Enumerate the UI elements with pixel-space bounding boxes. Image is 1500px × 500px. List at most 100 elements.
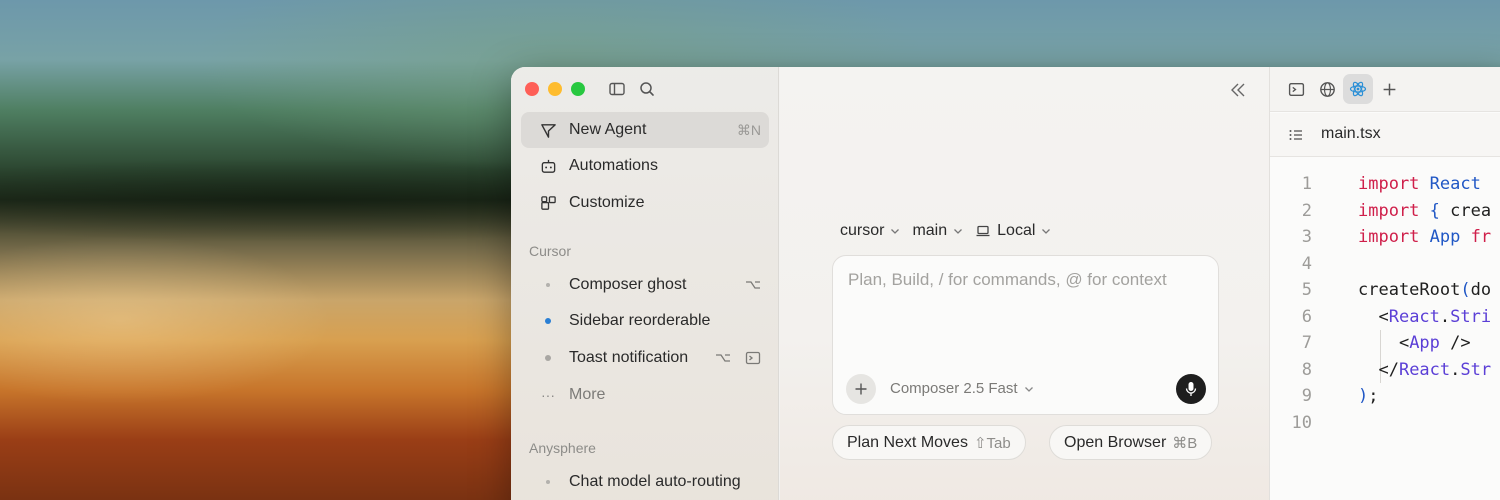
send-icon (539, 121, 557, 139)
line-number: 9 (1301, 386, 1312, 406)
file-tab-bar: main.tsx (1270, 113, 1500, 157)
code-line: 1 import React (1270, 171, 1500, 198)
sidebar: New Agent ⌘N Automations Customize Curso… (511, 67, 779, 500)
code-line: 2 import { crea (1270, 198, 1500, 225)
blocks-icon (539, 194, 557, 212)
browser-tab-button[interactable] (1312, 74, 1342, 104)
ellipsis-icon: ··· (541, 387, 555, 403)
chevron-down-icon (1042, 229, 1051, 234)
line-number: 5 (1301, 280, 1312, 300)
plus-icon (1383, 83, 1395, 95)
collapse-double-chevron-icon[interactable] (1229, 81, 1247, 99)
code-line: 6 <React.Stri (1270, 304, 1500, 331)
chat-item-sidebar-reorderable[interactable]: Sidebar reorderable (521, 303, 769, 339)
shortcut-hint: ⌘N (736, 121, 761, 138)
more-label: More (569, 386, 606, 403)
editor-toolbar (1270, 67, 1500, 112)
branch-label: main (912, 222, 948, 239)
section-label-anysphere: Anysphere (529, 440, 596, 456)
environment-selector[interactable]: Local (975, 222, 1051, 240)
nav-label: New Agent (569, 121, 647, 138)
status-dot (539, 349, 557, 367)
microphone-icon (1185, 382, 1197, 396)
line-number: 6 (1301, 306, 1312, 327)
code-line: 10 (1270, 410, 1500, 437)
repo-label: cursor (840, 222, 885, 239)
new-agent-button[interactable]: New Agent ⌘N (521, 112, 769, 148)
code-line: 3 import App fr (1270, 224, 1500, 251)
status-dot (539, 276, 557, 294)
code-line: 7 <App /> (1270, 330, 1500, 357)
branch-selector[interactable]: main (912, 222, 963, 240)
nav-label: Customize (569, 194, 645, 211)
line-number: 8 (1301, 359, 1312, 380)
nav-label: Automations (569, 157, 658, 174)
outline-list-icon[interactable] (1287, 126, 1305, 144)
globe-icon (1319, 81, 1335, 97)
chevron-down-icon (1024, 386, 1033, 392)
search-icon[interactable] (638, 80, 656, 98)
chip-label: Open Browser (1064, 433, 1167, 451)
robot-icon (539, 157, 557, 175)
chat-item-chat-model-auto-routing[interactable]: Chat model auto-routing (521, 464, 769, 500)
react-icon (1349, 81, 1367, 97)
toggle-sidebar-icon[interactable] (608, 80, 626, 98)
chat-item-label: Sidebar reorderable (569, 312, 711, 329)
chat-item-toast-notification[interactable]: Toast notification (521, 340, 769, 376)
context-selectors: cursor main Local (840, 222, 1051, 240)
editor-panel: main.tsx 1 import React 2 import { crea 3i… (1269, 67, 1500, 500)
line-number: 3 (1301, 227, 1312, 247)
chip-shortcut: ⌘B (1172, 434, 1198, 452)
environment-label: Local (997, 222, 1036, 239)
code-line: 5 createRoot(do (1270, 277, 1500, 304)
laptop-icon (976, 225, 990, 237)
line-number: 1 (1301, 174, 1312, 194)
status-dot (539, 312, 557, 330)
chat-item-trail (745, 277, 761, 293)
chat-item-trail (715, 350, 761, 366)
chevron-down-icon (954, 229, 963, 234)
chat-item-label: Toast notification (569, 349, 689, 366)
automations-button[interactable]: Automations (521, 148, 769, 184)
composer-placeholder: Plan, Build, / for commands, @ for conte… (848, 270, 1167, 289)
code-view[interactable]: 1 import React 2 import { crea 3 import App… (1270, 171, 1500, 436)
plan-next-moves-button[interactable]: Plan Next Moves ⇧Tab (832, 425, 1026, 460)
plus-icon (855, 383, 867, 395)
open-browser-button[interactable]: Open Browser ⌘B (1049, 425, 1213, 460)
terminal-icon (1288, 82, 1304, 96)
model-selector[interactable]: Composer 2.5 Fast (890, 380, 1034, 397)
agent-panel: cursor main Local Plan, Build, / for com… (780, 67, 1269, 500)
new-tab-button[interactable] (1374, 74, 1404, 104)
more-button[interactable]: ··· More (521, 377, 769, 413)
model-label: Composer 2.5 Fast (890, 380, 1018, 397)
terminal-icon (745, 351, 761, 365)
voice-input-button[interactable] (1176, 374, 1206, 404)
code-line: 9); (1270, 383, 1500, 410)
status-dot (539, 473, 557, 491)
window-controls (525, 82, 585, 96)
chat-item-label: Composer ghost (569, 276, 687, 293)
add-context-button[interactable] (846, 374, 876, 404)
terminal-tab-button[interactable] (1281, 74, 1311, 104)
code-line: 8 </React.Str (1270, 357, 1500, 384)
react-file-tab-button[interactable] (1343, 74, 1373, 104)
close-window-button[interactable] (525, 82, 539, 96)
app-window: New Agent ⌘N Automations Customize Curso… (511, 67, 1500, 500)
chip-shortcut: ⇧Tab (973, 434, 1011, 452)
line-number: 10 (1291, 412, 1312, 433)
minimize-window-button[interactable] (548, 82, 562, 96)
composer-input[interactable]: Plan, Build, / for commands, @ for conte… (832, 255, 1219, 415)
repo-selector[interactable]: cursor (840, 222, 900, 240)
branch-icon (746, 281, 760, 289)
line-number: 7 (1301, 333, 1312, 353)
file-name[interactable]: main.tsx (1321, 125, 1381, 143)
section-label-cursor: Cursor (529, 243, 572, 259)
chat-item-composer-ghost[interactable]: Composer ghost (521, 267, 769, 303)
customize-button[interactable]: Customize (521, 185, 769, 221)
code-line: 4 (1270, 251, 1500, 278)
branch-icon (716, 354, 730, 362)
zoom-window-button[interactable] (571, 82, 585, 96)
chevron-down-icon (891, 229, 900, 234)
chip-label: Plan Next Moves (847, 433, 968, 451)
line-number: 4 (1301, 253, 1312, 274)
